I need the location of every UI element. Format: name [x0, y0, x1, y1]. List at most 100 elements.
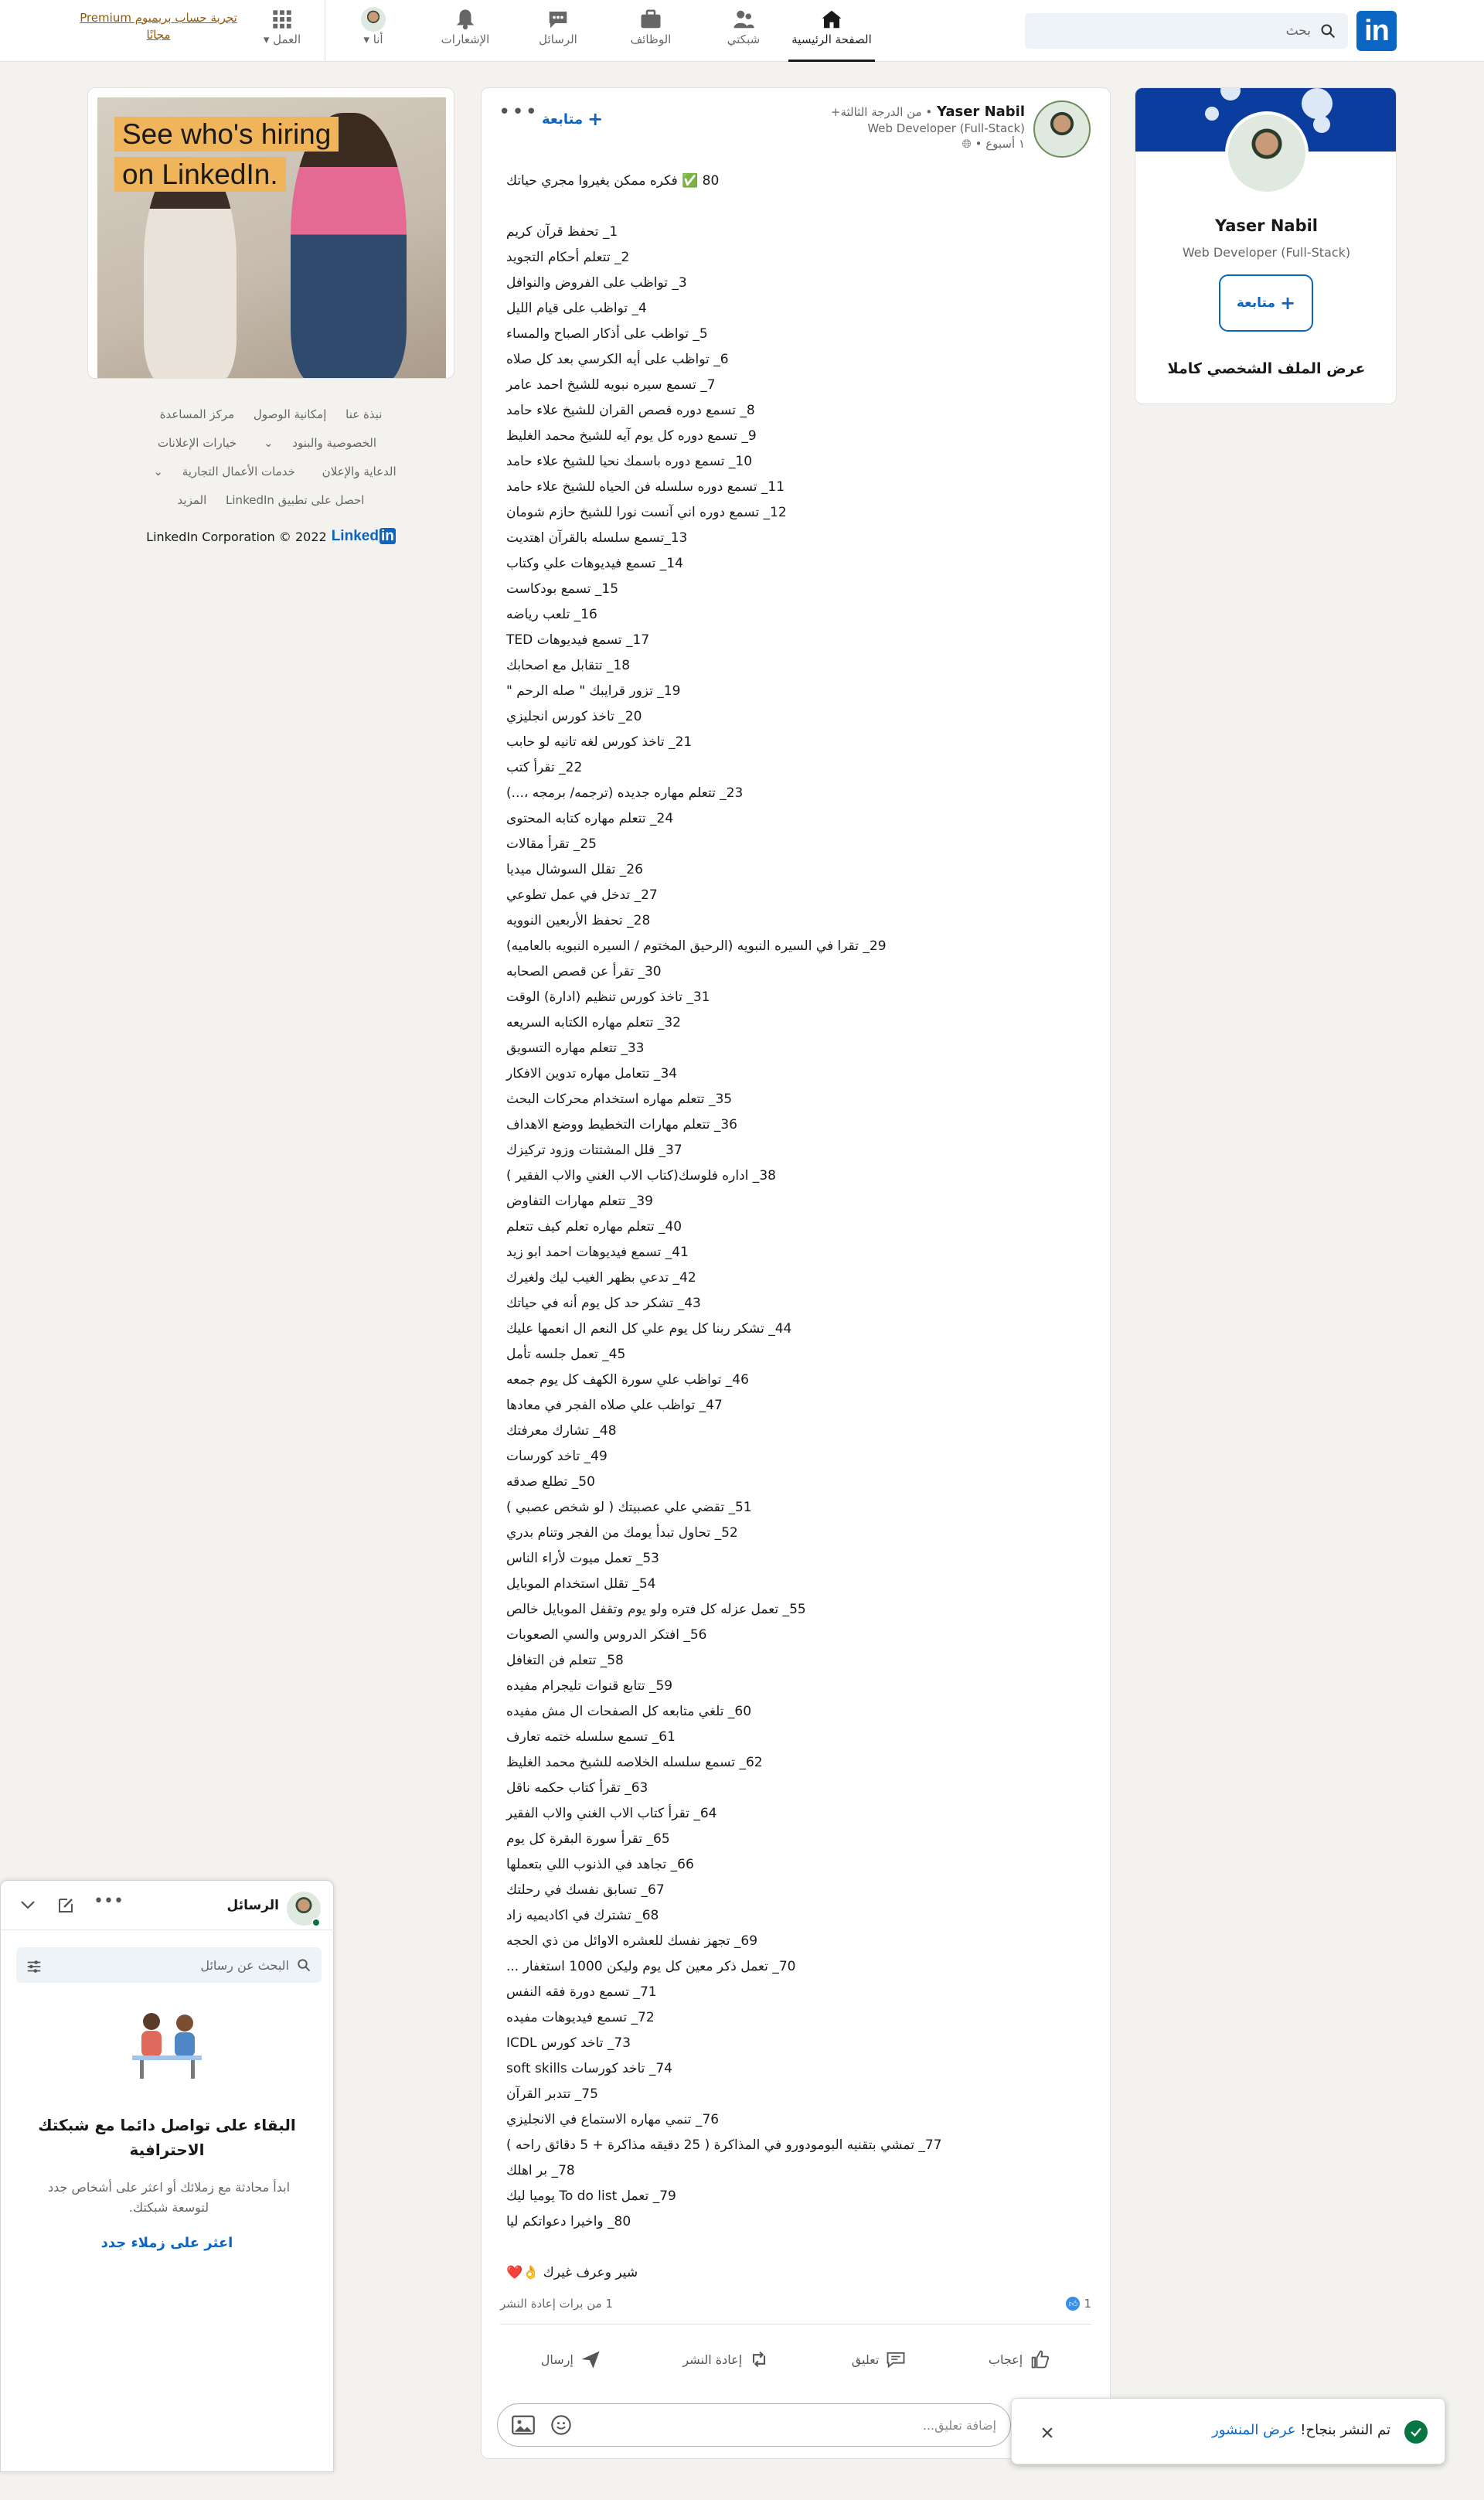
nav-home[interactable]: الصفحة الرئيسية: [788, 6, 875, 62]
nav-notifications[interactable]: الإشعارات: [433, 6, 498, 56]
list-item: 75_ تتدبر القرآن: [500, 2082, 1087, 2107]
emoji-icon[interactable]: [550, 2414, 572, 2436]
nav-me[interactable]: أنا ▾: [346, 6, 400, 56]
premium-trial-link[interactable]: تجربة حساب بريميوم Premium مجانًا: [77, 9, 240, 43]
list-item-text: 59_ تتابع قنوات تليجرام مفيده: [506, 1678, 673, 1694]
list-item-text: 38_ اداره فلوسك(كتاب الاب الغني والاب ال…: [506, 1168, 776, 1184]
messaging-panel: الرسائل ••• البقاء على تواصل دائما مع شب…: [0, 1880, 335, 2472]
list-item-text: 26_ تقلل السوشال ميديا: [506, 862, 643, 877]
repost-button[interactable]: إعادة النشر: [682, 2338, 770, 2381]
list-item-text: 62_ تسمع سلسله الخلاصه للشيخ محمد الغليظ: [506, 1755, 763, 1770]
profile-follow-button[interactable]: + متابعة: [1219, 274, 1313, 332]
list-item: 40_ تتعلم مهاره تعلم كيف تتعلم: [500, 1214, 1087, 1240]
list-item: 60_ تلغي متابعه كل الصفحات ال مش مفيده: [500, 1699, 1087, 1725]
comment-input[interactable]: [587, 2417, 996, 2433]
footer-link-privacy[interactable]: الخصوصية والبنود ⌄: [256, 436, 384, 450]
list-item: 28_ تحفظ الأربعين النوويه: [500, 908, 1087, 934]
footer-link-ad-choices[interactable]: خيارات الإعلانات: [158, 436, 237, 450]
comment-button[interactable]: تعليق: [852, 2338, 907, 2381]
messaging-header[interactable]: الرسائل •••: [1, 1881, 335, 1930]
list-item: 73_ تاخد كورس ICDL: [500, 2031, 1087, 2056]
list-item-text: 36_ تتعلم مهارات التخطيط ووضع الاهداف: [506, 1117, 737, 1132]
list-item-text: 29_ تقرا في السيره النبويه (الرحيق المخت…: [506, 938, 887, 954]
comment-label: تعليق: [851, 2352, 880, 2367]
list-item-text: 56_ افتكر الدروس والسي الصعوبات: [506, 1627, 707, 1643]
list-item-text: 58_ تتعلم فن التغافل: [506, 1653, 624, 1668]
list-item: 12_ تسمع دوره اني آنست نورا للشيخ حازم ش…: [500, 500, 1087, 526]
post-follow-button[interactable]: + متابعة: [542, 108, 603, 130]
search-bar[interactable]: [1025, 13, 1348, 49]
list-item: 79_ تعمل To do list يوميا ليك: [500, 2184, 1087, 2209]
view-post-link[interactable]: عرض المنشور: [1212, 2422, 1296, 2438]
grid-icon: [255, 6, 309, 32]
footer-link-help[interactable]: مركز المساعدة: [160, 407, 235, 421]
send-button[interactable]: إرسال: [541, 2338, 601, 2381]
chevron-down-icon: ▾: [263, 32, 270, 46]
jobs-icon: [618, 6, 683, 32]
likes-count[interactable]: 👍︎ 1: [1066, 2297, 1091, 2311]
chevron-down-icon[interactable]: [19, 1899, 36, 1912]
list-item-text: 44_ تشكر ربنا كل يوم علي كل النعم ال انع…: [506, 1321, 792, 1337]
post-divider: [500, 2324, 1091, 2325]
footer-link-accessibility[interactable]: إمكانية الوصول: [254, 407, 326, 421]
list-item-text: 20_ تاخذ كورس انجليزي: [506, 709, 642, 724]
nav-messaging[interactable]: الرسائل: [526, 6, 591, 56]
messaging-icon: [526, 6, 591, 32]
chevron-down-icon: ▾: [363, 32, 369, 46]
find-colleagues-button[interactable]: اعثر على زملاء جدد: [32, 2235, 302, 2251]
image-icon[interactable]: [512, 2415, 535, 2435]
reposts-count[interactable]: 1 من برات إعادة النشر: [500, 2297, 613, 2311]
nav-notifications-label: الإشعارات: [441, 32, 490, 46]
view-full-profile-link[interactable]: عرض الملف الشخصي كاملا: [1135, 360, 1396, 377]
list-item-text: 31_ تاخذ كورس تنظيم (ادارة) الوقت: [506, 989, 710, 1005]
filter-icon[interactable]: [26, 1958, 43, 1975]
list-item: 33_ تتعلم مهاره التسويق: [500, 1036, 1087, 1061]
nav-network[interactable]: شبكتي: [711, 6, 776, 56]
post-author-avatar[interactable]: [1033, 100, 1091, 158]
list-item: 11_ تسمع دوره سلسله فن الحياه للشيخ علاء…: [500, 475, 1087, 500]
ad-card[interactable]: See who's hiring on LinkedIn.: [87, 87, 454, 379]
post-author[interactable]: Yaser Nabil • من الدرجة الثالثة+: [623, 104, 1025, 120]
list-item-text: 16_ تلعب رياضه: [506, 607, 597, 622]
copyright-text: LinkedIn Corporation © 2022: [146, 529, 327, 544]
post-more-icon[interactable]: •••: [499, 100, 539, 124]
list-item: 41_ تسمع فيديوهات احمد ابو زيد: [500, 1240, 1087, 1265]
list-item: 5_ تواظب على أذكار الصباح والمساء: [500, 322, 1087, 347]
linkedin-logo[interactable]: in: [1356, 11, 1397, 51]
post-intro: 80 ✅ فكره ممكن يغيروا مجري حياتك: [506, 173, 720, 189]
nav-jobs[interactable]: الوظائف: [618, 6, 683, 56]
like-button[interactable]: إعجاب: [989, 2338, 1050, 2381]
comment-box[interactable]: [497, 2403, 1011, 2447]
ad-image[interactable]: See who's hiring on LinkedIn.: [97, 97, 446, 378]
comment-icon: [887, 2352, 905, 2369]
footer-link-business-text: خدمات الأعمال التجارية: [182, 465, 295, 479]
profile-avatar[interactable]: [1225, 111, 1309, 195]
messaging-search-input[interactable]: [96, 1957, 289, 1973]
profile-name[interactable]: Yaser Nabil: [1135, 216, 1396, 235]
like-reaction-icon: 👍︎: [1066, 2297, 1081, 2311]
footer-copyright: LinkedIn Corporation © 2022 Linked in: [87, 528, 454, 545]
nav-work-label: العمل ▾: [255, 32, 309, 46]
list-item: 70_ تعمل ذكر معين كل يوم وليكن 1000 استغ…: [500, 1954, 1087, 1980]
list-item: 38_ اداره فلوسك(كتاب الاب الغني والاب ال…: [500, 1163, 1087, 1189]
messaging-search[interactable]: [16, 1947, 322, 1983]
repost-label: إعادة النشر: [682, 2352, 743, 2367]
compose-icon[interactable]: [56, 1896, 75, 1915]
post-author-name[interactable]: Yaser Nabil: [937, 104, 1025, 120]
list-item-text: 45_ تعمل جلسه تأمل: [506, 1347, 626, 1362]
nav-me-text: أنا: [373, 32, 383, 46]
footer-link-business[interactable]: خدمات الأعمال التجارية ⌄: [145, 465, 303, 479]
footer-link-about[interactable]: نبذة عنا: [345, 407, 382, 421]
search-input[interactable]: [1048, 23, 1311, 39]
list-item-text: 5_ تواظب على أذكار الصباح والمساء: [506, 326, 708, 342]
more-icon[interactable]: •••: [94, 1892, 124, 1911]
list-item: 66_ تجاهد في الذنوب اللي بتعملها: [500, 1852, 1087, 1878]
post-stats: 👍︎ 1 1 من برات إعادة النشر: [500, 2297, 1091, 2317]
list-item-text: 76_ تنمي مهاره الاستماع في الانجليزي: [506, 2112, 720, 2127]
close-icon[interactable]: [1033, 2419, 1061, 2447]
footer-link-app[interactable]: احصل على تطبيق LinkedIn: [226, 493, 364, 507]
nav-work[interactable]: العمل ▾: [255, 6, 309, 56]
footer-link-more[interactable]: المزيد: [178, 493, 207, 507]
footer-link-advertising[interactable]: الدعاية والإعلان: [322, 465, 397, 479]
list-item-text: 79_ تعمل To do list يوميا ليك: [506, 2188, 676, 2204]
